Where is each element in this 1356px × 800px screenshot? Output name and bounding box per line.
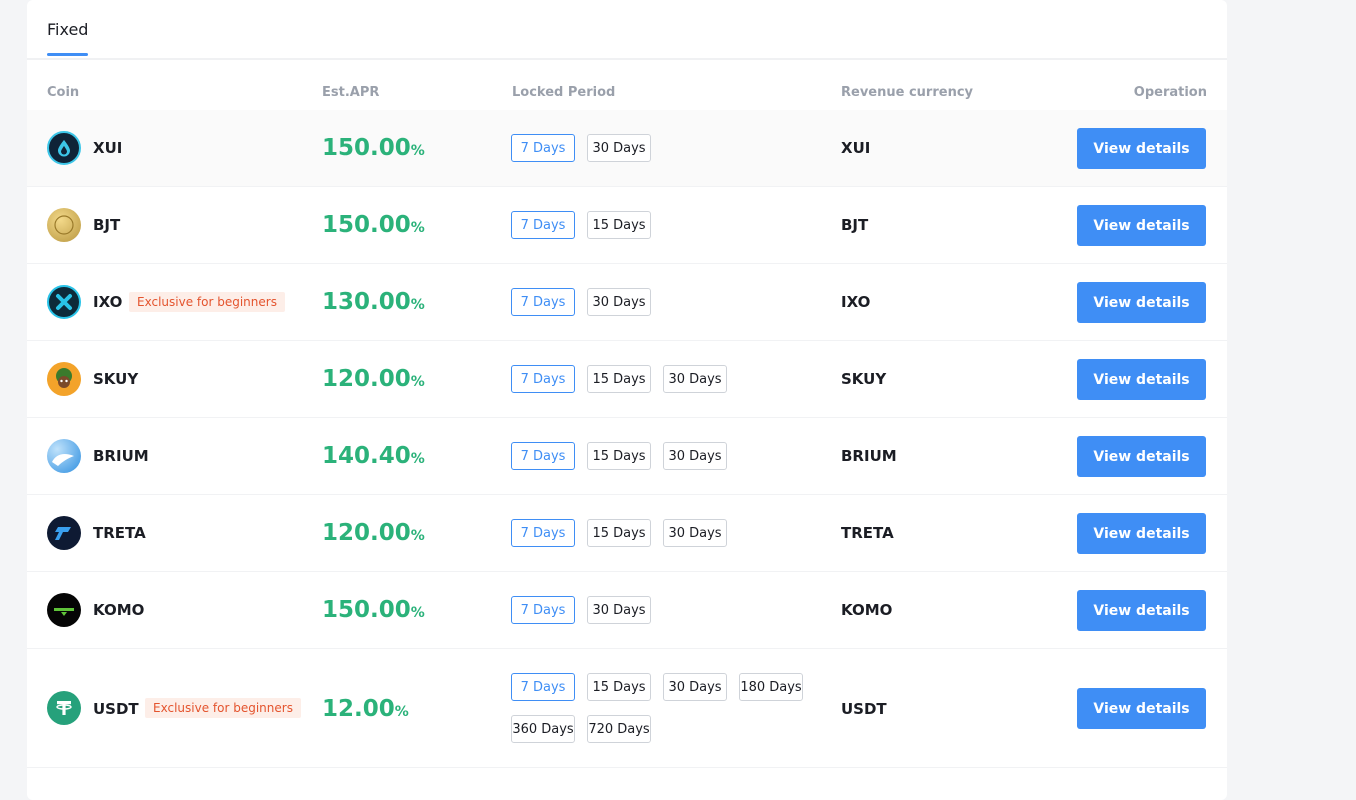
period-chip[interactable]: 720 Days [587,715,651,743]
view-details-button[interactable]: View details [1077,205,1206,246]
revenue-currency: TRETA [841,524,894,542]
apr-number: 150.00 [322,597,411,623]
coin-name: KOMO [93,601,145,619]
period-chip[interactable]: 15 Days [587,673,651,701]
apr-value: 140.40% [322,443,425,469]
table-row: XUI 150.00% 7 Days 30 Days XUI View deta… [27,110,1227,187]
period-chip[interactable]: 30 Days [663,673,727,701]
period-chip[interactable]: 180 Days [739,673,803,701]
view-details-button[interactable]: View details [1077,513,1206,554]
column-header-locked-period: Locked Period [512,85,616,100]
revenue-currency: USDT [841,700,887,718]
period-chip[interactable]: 15 Days [587,442,651,470]
beginner-badge: Exclusive for beginners [129,292,285,312]
coin-name: USDT [93,700,139,718]
treta-coin-icon [47,516,81,550]
apr-number: 150.00 [322,212,411,238]
table-row: SKUY 120.00% 7 Days 15 Days 30 Days SKUY… [27,341,1227,418]
revenue-currency: SKUY [841,370,887,388]
period-chip[interactable]: 30 Days [587,288,651,316]
table-row: USDT Exclusive for beginners 12.00% 7 Da… [27,649,1227,768]
apr-percent: % [410,374,425,390]
table-header: Coin Est.APR Locked Period Revenue curre… [27,60,1227,110]
period-chip[interactable]: 15 Days [587,211,651,239]
period-chip[interactable]: 15 Days [587,519,651,547]
apr-number: 130.00 [322,289,411,315]
period-chip[interactable]: 7 Days [511,211,575,239]
view-details-button[interactable]: View details [1077,436,1206,477]
ixo-coin-icon [47,285,81,319]
apr-value: 120.00% [322,366,425,392]
period-chip[interactable]: 7 Days [511,442,575,470]
table-row: BJT 150.00% 7 Days 15 Days BJT View deta… [27,187,1227,264]
apr-number: 120.00 [322,366,411,392]
tab-bar: Fixed [27,0,1227,60]
apr-percent: % [410,297,425,313]
apr-percent: % [410,451,425,467]
period-chip[interactable]: 7 Days [511,673,575,701]
tab-fixed[interactable]: Fixed [47,20,89,56]
column-header-revenue-currency: Revenue currency [841,85,974,100]
apr-value: 130.00% [322,289,425,315]
table-row: BRIUM 140.40% 7 Days 15 Days 30 Days BRI… [27,418,1227,495]
apr-percent: % [410,528,425,544]
revenue-currency: KOMO [841,601,893,619]
column-header-coin: Coin [47,85,80,100]
view-details-button[interactable]: View details [1077,590,1206,631]
column-header-operation: Operation [1133,85,1207,100]
table-row: IXO Exclusive for beginners 130.00% 7 Da… [27,264,1227,341]
apr-percent: % [410,220,425,236]
period-chip[interactable]: 30 Days [663,519,727,547]
bjt-coin-icon [47,208,81,242]
apr-number: 150.00 [322,135,411,161]
savings-panel: Fixed Coin Est.APR Locked Period Revenue… [27,0,1227,800]
table-row: TRETA 120.00% 7 Days 15 Days 30 Days TRE… [27,495,1227,572]
coin-name: IXO [93,293,123,311]
xui-coin-icon [47,131,81,165]
coin-name: BRIUM [93,447,149,465]
coin-name: BJT [93,216,121,234]
coin-name: TRETA [93,524,146,542]
period-chip[interactable]: 30 Days [663,442,727,470]
table-row: KOMO 150.00% 7 Days 30 Days KOMO View de… [27,572,1227,649]
period-chip[interactable]: 30 Days [587,134,651,162]
apr-value: 150.00% [322,135,425,161]
period-chip[interactable]: 30 Days [587,596,651,624]
view-details-button[interactable]: View details [1077,688,1206,729]
period-chip[interactable]: 7 Days [511,596,575,624]
apr-number: 140.40 [322,443,411,469]
revenue-currency: IXO [841,293,871,311]
period-chip[interactable]: 360 Days [511,715,575,743]
coin-name: SKUY [93,370,139,388]
view-details-button[interactable]: View details [1077,282,1206,323]
apr-value: 150.00% [322,212,425,238]
coin-name: XUI [93,139,123,157]
beginner-badge: Exclusive for beginners [145,698,301,718]
period-chip[interactable]: 7 Days [511,365,575,393]
column-header-apr: Est.APR [322,85,380,100]
view-details-button[interactable]: View details [1077,128,1206,169]
usdt-coin-icon [47,691,81,725]
view-details-button[interactable]: View details [1077,359,1206,400]
period-chip[interactable]: 15 Days [587,365,651,393]
revenue-currency: XUI [841,139,871,157]
apr-percent: % [410,605,425,621]
apr-percent: % [394,704,409,720]
apr-value: 150.00% [322,597,425,623]
apr-percent: % [410,143,425,159]
period-chip[interactable]: 7 Days [511,134,575,162]
period-chip[interactable]: 7 Days [511,288,575,316]
period-chip[interactable]: 7 Days [511,519,575,547]
apr-number: 12.00 [322,696,395,722]
period-chip[interactable]: 30 Days [663,365,727,393]
apr-number: 120.00 [322,520,411,546]
revenue-currency: BJT [841,216,869,234]
brium-coin-icon [47,439,81,473]
apr-value: 120.00% [322,520,425,546]
apr-value: 12.00% [322,696,409,722]
revenue-currency: BRIUM [841,447,897,465]
skuy-coin-icon [47,362,81,396]
komo-coin-icon [47,593,81,627]
